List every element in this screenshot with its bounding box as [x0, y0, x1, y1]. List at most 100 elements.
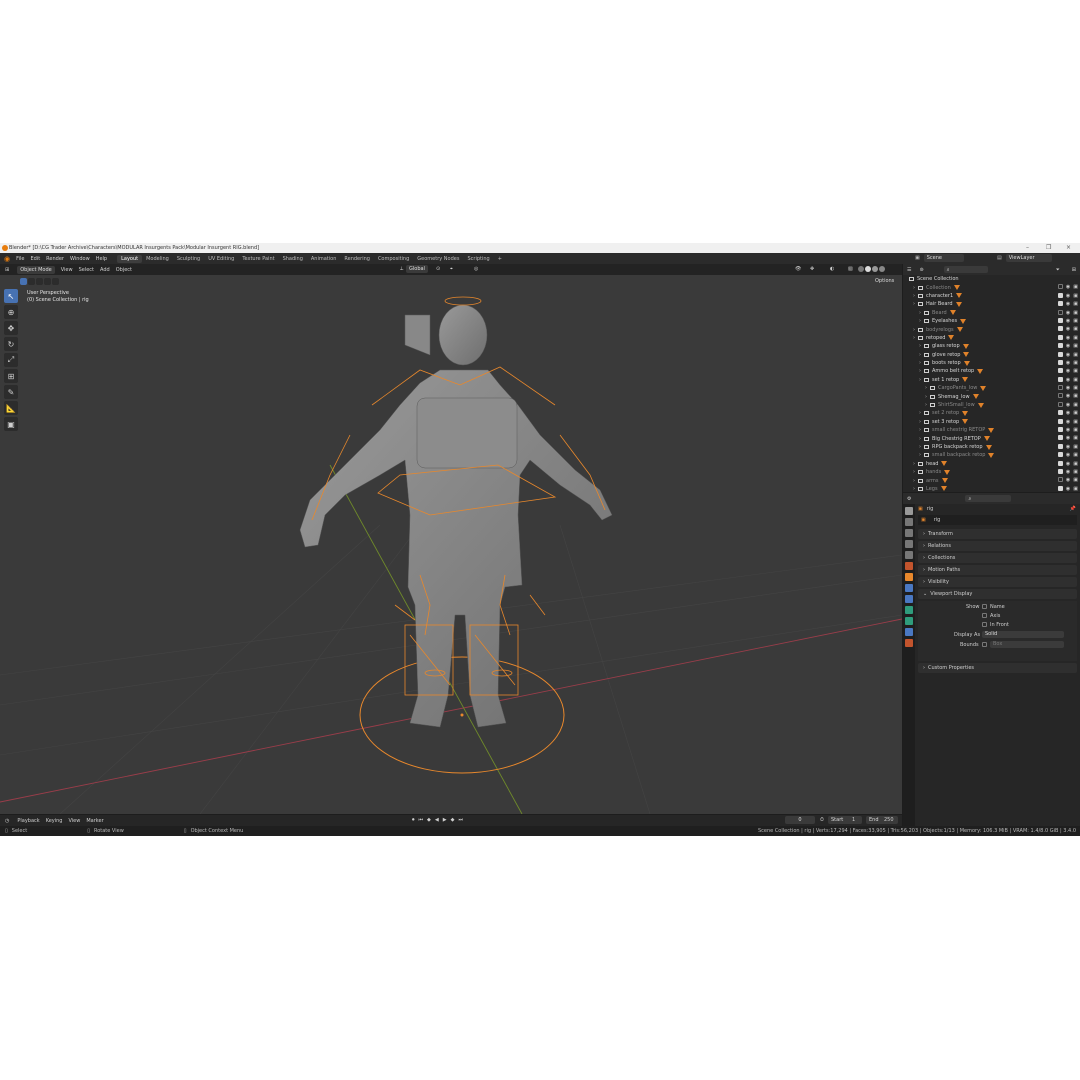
exclude-checkbox[interactable] [1057, 326, 1063, 332]
exclude-checkbox[interactable] [1057, 343, 1063, 349]
name-checkbox[interactable] [982, 604, 987, 609]
outliner-item[interactable]: › glove retop ◉ ▣ [903, 351, 1080, 359]
eye-icon[interactable]: ◉ [1066, 284, 1070, 290]
display-as-dropdown[interactable]: Solid [982, 631, 1064, 638]
particles-tab-icon[interactable] [905, 595, 913, 603]
bounds-checkbox[interactable] [982, 642, 987, 647]
camera-icon[interactable]: ▣ [1073, 435, 1078, 441]
outliner-item[interactable]: › Eyelashes ◉ ▣ [903, 317, 1080, 325]
scale-icon[interactable]: ⤢ [4, 353, 18, 367]
exclude-checkbox[interactable] [1057, 468, 1063, 474]
select-intersect-icon[interactable] [52, 278, 59, 285]
eye-icon[interactable]: ◉ [1066, 444, 1070, 450]
eye-icon[interactable]: ◉ [1066, 377, 1070, 383]
end-frame-field[interactable]: End 250 [866, 816, 898, 824]
physics-tab-icon[interactable] [905, 606, 913, 614]
timeline-editor-icon[interactable]: ◷ [5, 818, 9, 824]
menu-object[interactable]: Object [116, 267, 132, 273]
tool-tab-icon[interactable] [905, 507, 913, 515]
camera-icon[interactable]: ▣ [1073, 368, 1078, 374]
start-frame-field[interactable]: Start 1 [828, 816, 862, 824]
eye-icon[interactable]: ◉ [1066, 477, 1070, 483]
exclude-checkbox[interactable] [1057, 368, 1063, 374]
exclude-checkbox[interactable] [1057, 376, 1063, 382]
display-mode-icon[interactable]: ⊚ [919, 267, 923, 273]
properties-editor-icon[interactable]: ⚙ [907, 496, 911, 502]
bounds-dropdown[interactable]: Box [990, 641, 1064, 648]
camera-icon[interactable]: ▣ [1073, 335, 1078, 341]
exclude-checkbox[interactable] [1057, 452, 1063, 458]
outliner-item[interactable]: › set 3 retop ◉ ▣ [903, 418, 1080, 426]
eye-icon[interactable]: ◉ [1066, 461, 1070, 467]
modifier-tab-icon[interactable] [905, 584, 913, 592]
menu-select[interactable]: Select [79, 267, 94, 273]
proportional-edit-icon[interactable]: ◎ [474, 266, 478, 272]
eye-icon[interactable]: ◉ [1066, 360, 1070, 366]
transform-icon[interactable]: ⊞ [4, 369, 18, 383]
menu-playback[interactable]: Playback [17, 818, 39, 824]
annotate-icon[interactable]: ✎ [4, 385, 18, 399]
3d-viewport[interactable]: User Perspective (0) Scene Collection | … [0, 275, 902, 814]
exclude-checkbox[interactable] [1057, 443, 1063, 449]
rotate-icon[interactable]: ↻ [4, 337, 18, 351]
outliner-item[interactable]: › boots retop ◉ ▣ [903, 359, 1080, 367]
tab-texture-paint[interactable]: Texture Paint [238, 255, 278, 263]
menu-keying[interactable]: Keying [46, 818, 63, 824]
outliner-item[interactable]: › arms ◉ ▣ [903, 476, 1080, 484]
camera-icon[interactable]: ▣ [1073, 318, 1078, 324]
camera-icon[interactable]: ▣ [1073, 410, 1078, 416]
exclude-checkbox[interactable] [1057, 359, 1063, 365]
play-icon[interactable]: ▶ [443, 817, 447, 823]
eye-icon[interactable]: ◉ [1066, 410, 1070, 416]
exclude-checkbox[interactable] [1057, 460, 1063, 466]
axis-checkbox[interactable] [982, 613, 987, 618]
exclude-checkbox[interactable] [1057, 317, 1063, 323]
outliner-item[interactable]: › retoped ◉ ▣ [903, 334, 1080, 342]
exclude-checkbox[interactable] [1057, 292, 1063, 298]
minimize-button[interactable]: – [1026, 244, 1029, 251]
camera-icon[interactable]: ▣ [1073, 326, 1078, 332]
options-dropdown[interactable]: Options [872, 277, 898, 285]
eye-icon[interactable]: ◉ [1066, 452, 1070, 458]
exclude-checkbox[interactable] [1057, 385, 1063, 391]
exclude-checkbox[interactable] [1057, 284, 1063, 290]
gizmo-icon[interactable]: ✥ [810, 266, 814, 272]
outliner-item[interactable]: › Collection ◉ ▣ [903, 283, 1080, 291]
move-icon[interactable]: ✥ [4, 321, 18, 335]
viewlayer-name[interactable]: ViewLayer [1005, 254, 1052, 262]
menu-marker[interactable]: Marker [86, 818, 103, 824]
material-shading-icon[interactable] [872, 266, 878, 272]
select-new-icon[interactable] [20, 278, 27, 285]
menu-render[interactable]: Render [46, 256, 64, 262]
filter-icon[interactable]: ⏷ [1056, 267, 1060, 273]
tab-compositing[interactable]: Compositing [374, 255, 413, 263]
camera-icon[interactable]: ▣ [1073, 477, 1078, 483]
scene-tab-icon[interactable] [905, 551, 913, 559]
next-keyframe-icon[interactable]: ◆ [451, 817, 455, 823]
eye-icon[interactable]: ◉ [1066, 343, 1070, 349]
close-button[interactable]: × [1066, 244, 1071, 251]
outliner-item[interactable]: › bodyrelogs ◉ ▣ [903, 325, 1080, 333]
eye-icon[interactable]: ◉ [1066, 419, 1070, 425]
menu-add[interactable]: Add [100, 267, 110, 273]
camera-icon[interactable]: ▣ [1073, 402, 1078, 408]
camera-icon[interactable]: ▣ [1073, 343, 1078, 349]
exclude-checkbox[interactable] [1057, 351, 1063, 357]
camera-icon[interactable]: ▣ [1073, 284, 1078, 290]
exclude-checkbox[interactable] [1057, 401, 1063, 407]
panel-collections[interactable]: › Collections [918, 553, 1077, 563]
render-tab-icon[interactable] [905, 518, 913, 526]
xray-icon[interactable]: ▧ [848, 266, 853, 272]
eye-icon[interactable]: ◉ [1066, 368, 1070, 374]
tab-geometry-nodes[interactable]: Geometry Nodes [413, 255, 463, 263]
eye-icon[interactable]: ◉ [1066, 469, 1070, 475]
camera-icon[interactable]: ▣ [1073, 444, 1078, 450]
scene-name[interactable]: Scene [923, 254, 964, 262]
view-layer-tab-icon[interactable] [905, 540, 913, 548]
object-tab-icon[interactable] [905, 573, 913, 581]
snap-icon[interactable]: ⌖ [450, 266, 453, 272]
prev-keyframe-icon[interactable]: ◆ [427, 817, 431, 823]
properties-search-input[interactable]: ⌕ [965, 495, 1012, 502]
eye-icon[interactable]: ◉ [1066, 293, 1070, 299]
object-name-field[interactable]: ▣ rig [918, 515, 1077, 525]
